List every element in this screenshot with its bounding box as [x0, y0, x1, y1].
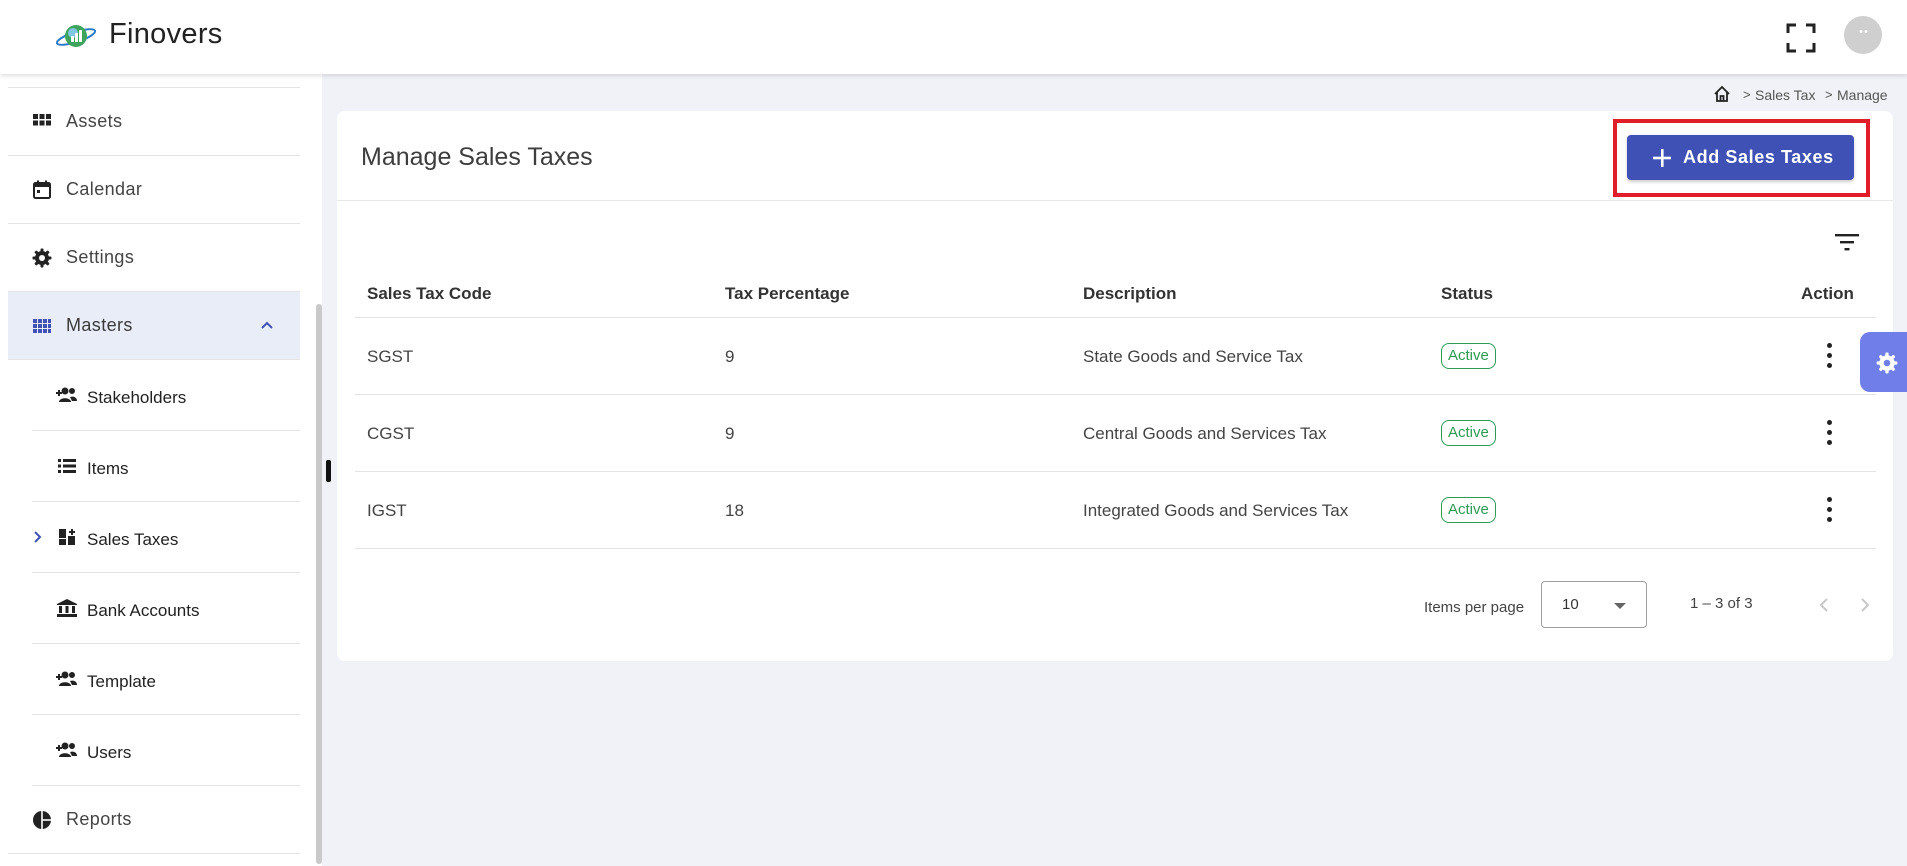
table-row[interactable]: CGST 9 Central Goods and Services Tax Ac… [355, 395, 1876, 472]
breadcrumb-separator-icon: > [1825, 87, 1833, 102]
sidebar-subitem-template[interactable]: Template [32, 644, 300, 715]
sidebar-item-settings[interactable]: Settings [8, 224, 300, 292]
cell-code: SGST [367, 347, 414, 366]
chevron-right-icon [34, 531, 42, 543]
column-header[interactable]: Status [1441, 284, 1493, 304]
row-actions-kebab-icon[interactable] [1822, 343, 1836, 369]
sidebar-item-label: Calendar [66, 179, 143, 199]
cell-description: State Goods and Service Tax [1083, 347, 1303, 366]
person-add-icon [56, 671, 77, 686]
settings-fab-button[interactable] [1860, 332, 1907, 392]
breadcrumb-item: Manage [1837, 87, 1888, 103]
items-per-page-select[interactable]: 10 [1541, 581, 1647, 628]
cell-percentage: 9 [725, 424, 735, 443]
dropdown-caret-icon [1614, 603, 1626, 609]
sidebar-scrollbar[interactable] [316, 304, 322, 864]
row-actions-kebab-icon[interactable] [1822, 420, 1836, 446]
breadcrumb-separator-icon: > [1743, 87, 1751, 102]
person-add-icon [56, 742, 77, 757]
column-header[interactable]: Sales Tax Code [367, 284, 491, 304]
app-title: Finovers [109, 18, 223, 50]
person-add-icon [56, 387, 77, 402]
gear-icon [1876, 352, 1898, 374]
sidebar-subitem-label: Sales Taxes [87, 530, 179, 549]
user-avatar[interactable] [1844, 16, 1882, 54]
pie-chart-icon [33, 811, 51, 829]
sidebar-subitem-label: Stakeholders [87, 388, 187, 407]
status-badge: Active [1441, 497, 1496, 523]
plus-icon [1653, 149, 1671, 167]
dashboard-add-icon [59, 529, 75, 545]
top-bar: Finovers [0, 0, 1907, 74]
sidebar-item-reports[interactable]: Reports [8, 786, 300, 854]
fullscreen-icon[interactable] [1786, 23, 1816, 53]
bank-icon [57, 599, 77, 617]
sidebar: Assets Calendar Settings Masters Stakeho… [0, 74, 322, 866]
breadcrumb-item[interactable]: Sales Tax [1755, 87, 1815, 103]
sidebar-item-label: Masters [66, 315, 133, 335]
status-badge: Active [1441, 343, 1496, 369]
filter-icon[interactable] [1834, 231, 1860, 253]
calendar-icon [33, 180, 51, 199]
sidebar-subitem-label: Items [87, 459, 129, 478]
cell-percentage: 9 [725, 347, 735, 366]
sidebar-item-label: Settings [66, 247, 135, 267]
table-header-row: Sales Tax Code Tax Percentage Descriptio… [355, 266, 1876, 318]
items-per-page-value: 10 [1562, 596, 1579, 613]
card-header: Manage Sales Taxes Add Sales Taxes [337, 111, 1893, 201]
sidebar-item-label: Assets [66, 111, 123, 131]
cell-code: CGST [367, 424, 415, 443]
main-card: Manage Sales Taxes Add Sales Taxes Sales… [337, 111, 1893, 661]
grid-icon [33, 114, 51, 126]
sidebar-subitem-label: Bank Accounts [87, 601, 200, 620]
sidebar-subitem-label: Users [87, 743, 132, 762]
range-label: 1 – 3 of 3 [1690, 595, 1753, 612]
sidebar-resize-handle[interactable] [326, 460, 331, 482]
column-header[interactable]: Tax Percentage [725, 284, 849, 304]
add-button-label: Add Sales Taxes [1683, 147, 1834, 167]
items-per-page-label: Items per page [1424, 599, 1525, 616]
cell-description: Central Goods and Services Tax [1083, 424, 1327, 443]
table-row[interactable]: IGST 18 Integrated Goods and Services Ta… [355, 472, 1876, 549]
column-header[interactable]: Description [1083, 284, 1177, 304]
sidebar-item-masters[interactable]: Masters [8, 292, 300, 360]
column-header: Action [1801, 284, 1854, 303]
previous-page-icon[interactable] [1814, 593, 1834, 617]
sidebar-subitem-label: Template [87, 672, 156, 691]
sidebar-item-calendar[interactable]: Calendar [8, 156, 300, 224]
sidebar-subitem-sales-taxes[interactable]: Sales Taxes [32, 502, 300, 573]
list-icon [58, 459, 76, 473]
cell-code: IGST [367, 501, 407, 520]
gear-icon [32, 248, 52, 268]
home-icon[interactable] [1713, 85, 1731, 103]
page-title: Manage Sales Taxes [361, 143, 593, 171]
sidebar-item-assets[interactable]: Assets [8, 88, 300, 156]
sidebar-item-label: Reports [66, 809, 132, 829]
sidebar-subitem-stakeholders[interactable]: Stakeholders [32, 360, 300, 431]
sidebar-subitem-bank-accounts[interactable]: Bank Accounts [32, 573, 300, 644]
next-page-icon[interactable] [1855, 593, 1875, 617]
add-sales-taxes-button[interactable]: Add Sales Taxes [1627, 135, 1854, 180]
sidebar-subitem-items[interactable]: Items [32, 431, 300, 502]
chevron-up-icon [261, 321, 273, 329]
row-actions-kebab-icon[interactable] [1822, 497, 1836, 523]
cell-percentage: 18 [725, 501, 744, 520]
sidebar-subitem-users[interactable]: Users [32, 715, 300, 786]
paginator: Items per page 10 1 – 3 of 3 [337, 581, 1893, 641]
finovers-logo-icon [55, 25, 97, 47]
cell-description: Integrated Goods and Services Tax [1083, 501, 1349, 520]
apps-grid-icon [33, 319, 51, 333]
table-row[interactable]: SGST 9 State Goods and Service Tax Activ… [355, 318, 1876, 395]
status-badge: Active [1441, 420, 1496, 446]
